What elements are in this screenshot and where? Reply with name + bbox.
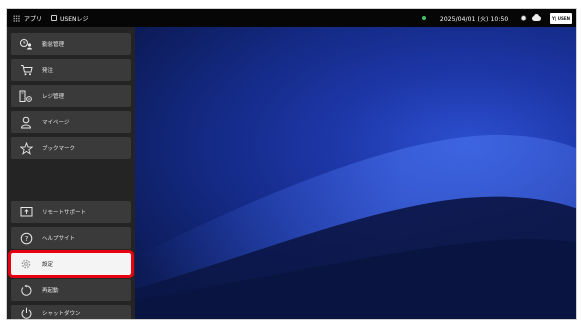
svg-text:?: ? [24, 235, 28, 243]
device-screen: アプリ USENレジ 2025/04/01 (火) 10:50 ✹ Y| USE… [6, 8, 577, 320]
menu-item-label: ヘルプサイト [42, 236, 76, 242]
menu-item-shutdown[interactable]: シャットダウン [11, 305, 131, 319]
top-status-bar: アプリ USENレジ 2025/04/01 (火) 10:50 ✹ Y| USE… [7, 9, 576, 27]
status-area: 2025/04/01 (火) 10:50 ✹ Y| USEN [421, 9, 576, 27]
gear-icon [19, 257, 33, 271]
apps-menu[interactable]: アプリ [7, 9, 51, 27]
restart-icon [19, 283, 33, 297]
menu-item-remote-support[interactable]: リモートサポート [11, 201, 131, 223]
date-time: 2025/04/01 (火) 10:50 [439, 15, 509, 23]
apps-grid-icon [13, 14, 20, 22]
menu-item-order[interactable]: 発注 [11, 59, 131, 81]
menu-item-my-page[interactable]: マイページ [11, 111, 131, 133]
wallpaper-waves [135, 134, 576, 319]
menu-item-attendance[interactable]: 勤怠管理 [11, 33, 131, 55]
menu-item-label: 発注 [42, 68, 54, 74]
wallpaper [135, 27, 576, 319]
connection-status-icon [421, 16, 426, 20]
menu-item-help-site[interactable]: ? ヘルプサイト [11, 227, 131, 249]
star-icon [19, 141, 33, 155]
menu-item-register-management[interactable]: レジ管理 [11, 85, 131, 107]
usen-logo: Y| USEN [550, 12, 572, 24]
menu-item-restart[interactable]: 再起動 [11, 279, 131, 301]
menu-item-bookmark[interactable]: ブックマーク [11, 137, 131, 159]
power-icon [19, 306, 33, 319]
apps-label: アプリ [24, 15, 43, 23]
menu-item-label: 勤怠管理 [42, 42, 65, 48]
current-app[interactable]: USENレジ [51, 9, 89, 27]
person-icon [19, 115, 33, 129]
menu-item-label: ブックマーク [42, 146, 76, 152]
register-settings-icon [19, 89, 33, 103]
remote-support-icon [19, 205, 33, 219]
attendance-icon [19, 37, 33, 51]
side-menu-panel: 勤怠管理 発注 レジ管理 マイページ ブックマーク リモートサポート ? ヘルプ… [7, 27, 135, 319]
menu-item-settings[interactable]: 設定 [8, 250, 134, 278]
help-icon: ? [19, 231, 33, 245]
app-name: USENレジ [60, 15, 89, 23]
menu-item-label: 設定 [42, 262, 54, 268]
menu-item-label: リモートサポート [42, 210, 87, 216]
cart-icon [19, 63, 33, 77]
shopping-bag-icon [51, 15, 58, 21]
cloud-icon [532, 13, 541, 21]
menu-item-label: シャットダウン [42, 311, 81, 317]
sun-icon: ✹ [520, 13, 527, 23]
menu-item-label: レジ管理 [42, 94, 65, 100]
menu-item-label: 再起動 [42, 288, 59, 294]
menu-item-label: マイページ [42, 120, 70, 126]
